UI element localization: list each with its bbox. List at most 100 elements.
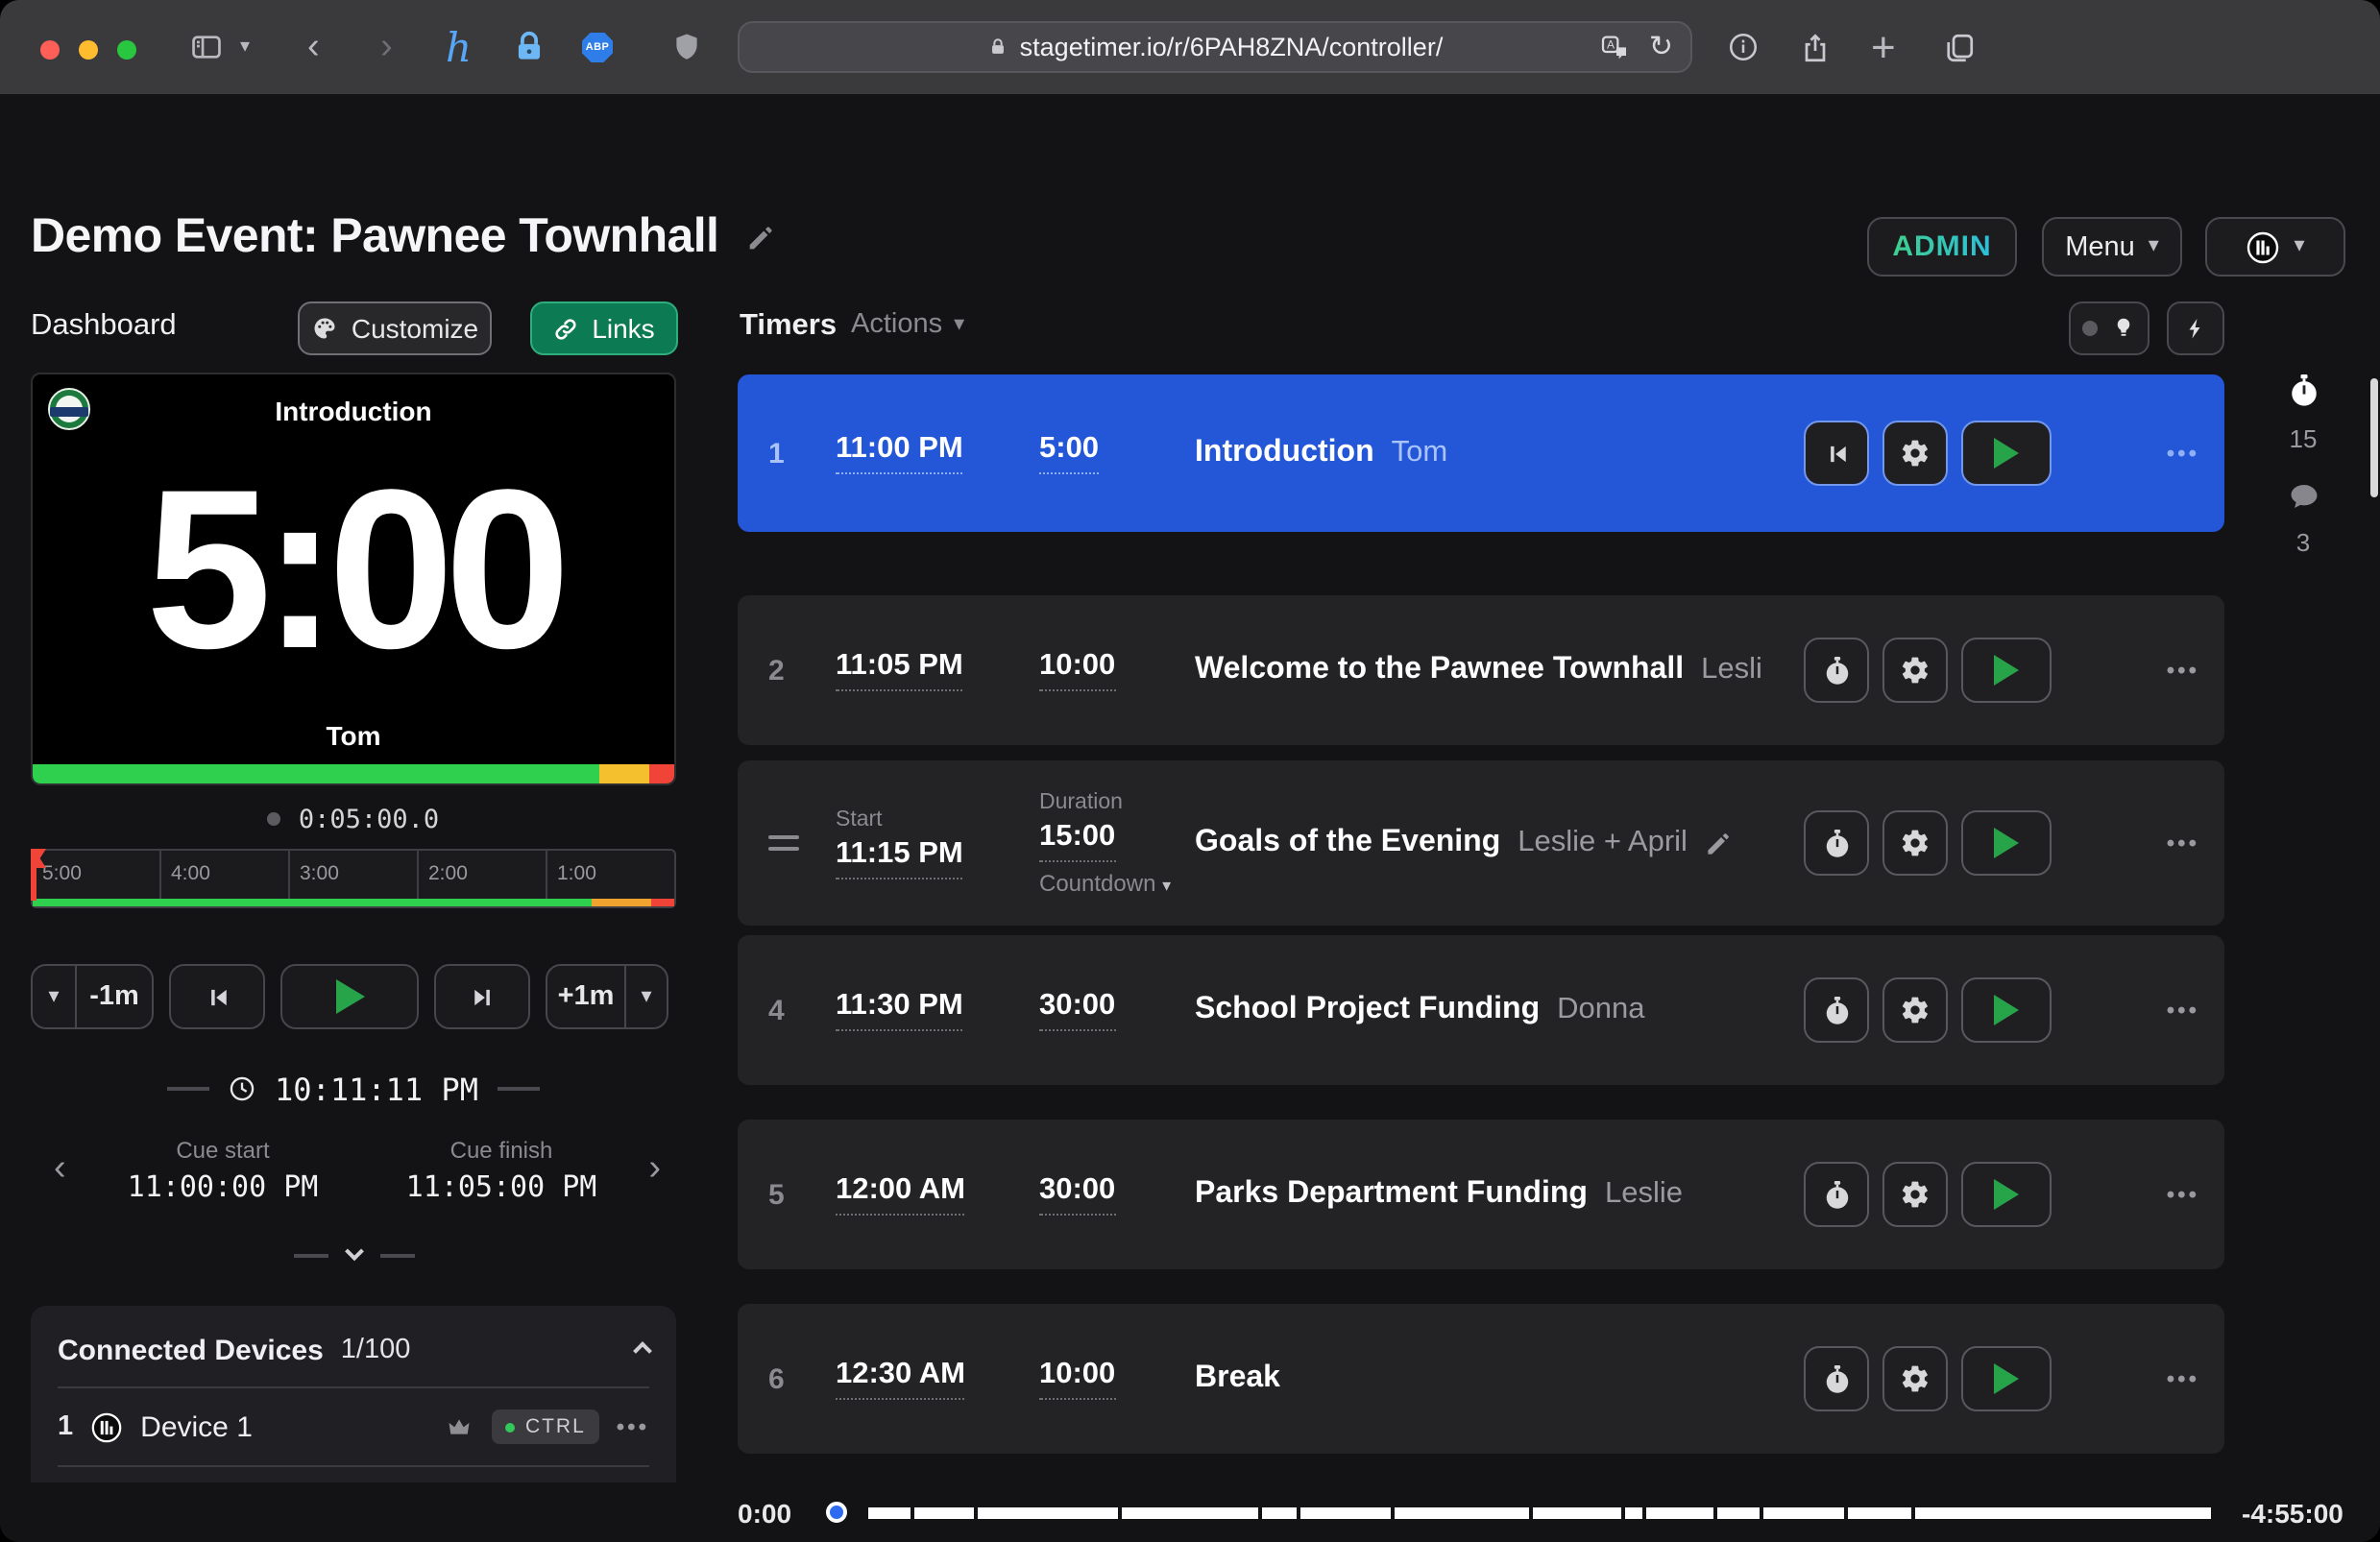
timeline-segment[interactable] bbox=[1762, 1506, 1845, 1518]
duration[interactable]: 10:00 bbox=[1039, 649, 1116, 691]
share-icon[interactable] bbox=[1798, 0, 1833, 94]
row-more-button[interactable]: ••• bbox=[2167, 1120, 2199, 1269]
play-timer-button[interactable] bbox=[1961, 638, 2052, 703]
play-button[interactable] bbox=[280, 964, 419, 1029]
start-at-button[interactable] bbox=[1804, 810, 1869, 876]
timer-settings-button[interactable] bbox=[1882, 638, 1948, 703]
timer-row[interactable]: 2 11:05 PM 10:00 Welcome to the Pawnee Town… bbox=[738, 595, 2224, 745]
edit-pencil-icon[interactable] bbox=[1705, 829, 1734, 857]
admin-button[interactable]: ADMIN bbox=[1867, 217, 2017, 277]
minus-1m-label[interactable]: -1m bbox=[75, 966, 152, 1027]
timeline-segment[interactable] bbox=[1625, 1506, 1642, 1518]
timer-row[interactable]: 1 11:00 PM 5:00 Introduction Tom ••• bbox=[738, 374, 2224, 532]
timeline-scrubber[interactable]: 5:00 4:00 3:00 2:00 1:00 bbox=[31, 849, 676, 908]
previous-cue-button[interactable] bbox=[169, 964, 265, 1029]
blackout-toggle-button[interactable] bbox=[2069, 301, 2149, 355]
play-timer-button[interactable] bbox=[1961, 421, 2052, 486]
start-time[interactable]: 11:15 PM bbox=[836, 836, 963, 879]
row-more-button[interactable]: ••• bbox=[2167, 935, 2199, 1085]
start-time[interactable]: 11:30 PM bbox=[836, 989, 963, 1031]
drag-handle[interactable] bbox=[768, 760, 818, 926]
minimize-window-button[interactable] bbox=[79, 40, 98, 60]
next-cue-button[interactable] bbox=[434, 964, 530, 1029]
shield-icon[interactable] bbox=[670, 0, 703, 94]
countdown-select[interactable]: Countdown ▾ bbox=[1039, 869, 1171, 896]
chevron-right-icon[interactable]: › bbox=[648, 1150, 661, 1187]
reload-icon[interactable]: ↻ bbox=[1649, 33, 1673, 61]
timer-settings-button[interactable] bbox=[1882, 421, 1948, 486]
new-tab-icon[interactable]: + bbox=[1871, 0, 1896, 94]
chevron-down-icon[interactable]: ▾ bbox=[33, 966, 75, 1027]
timer-settings-button[interactable] bbox=[1882, 810, 1948, 876]
device-more-button[interactable]: ••• bbox=[617, 1413, 649, 1440]
address-bar[interactable]: stagetimer.io/r/6PAH8ZNA/controller/ A ↻ bbox=[738, 21, 1692, 73]
timer-row[interactable]: Start 11:15 PM Duration 15:00 Countdown ▾ Goa… bbox=[738, 760, 2224, 926]
plus-1m-split-button[interactable]: +1m ▾ bbox=[546, 964, 668, 1029]
timeline-segment[interactable] bbox=[1300, 1506, 1391, 1518]
timeline-segments[interactable] bbox=[868, 1506, 2211, 1518]
timer-settings-button[interactable] bbox=[1882, 1162, 1948, 1227]
close-window-button[interactable] bbox=[40, 40, 60, 60]
reader-info-icon[interactable] bbox=[1727, 0, 1760, 94]
duration[interactable]: 30:00 bbox=[1039, 1173, 1116, 1216]
row-more-button[interactable]: ••• bbox=[2167, 374, 2199, 532]
start-at-button[interactable] bbox=[1804, 638, 1869, 703]
back-icon[interactable]: ‹ bbox=[307, 0, 320, 94]
timer-settings-button[interactable] bbox=[1882, 1346, 1948, 1411]
timer-row[interactable]: 5 12:00 AM 30:00 Parks Department Funding Le… bbox=[738, 1120, 2224, 1269]
timer-row[interactable]: 6 12:30 AM 10:00 Break ••• bbox=[738, 1304, 2224, 1454]
collapse-dashboard-toggle[interactable] bbox=[31, 1241, 676, 1267]
sidebar-chevron-icon[interactable]: ▾ bbox=[240, 0, 250, 94]
actions-dropdown[interactable]: Actions ▾ bbox=[851, 309, 964, 340]
row-more-button[interactable]: ••• bbox=[2167, 595, 2199, 745]
duration[interactable]: 15:00 bbox=[1039, 819, 1116, 861]
duration[interactable]: 30:00 bbox=[1039, 989, 1116, 1031]
start-at-button[interactable] bbox=[1804, 977, 1869, 1043]
tab-overview-icon[interactable] bbox=[1942, 0, 1977, 94]
start-time[interactable]: 11:05 PM bbox=[836, 649, 963, 691]
flash-button[interactable] bbox=[2167, 301, 2224, 355]
timeline-segment[interactable] bbox=[1394, 1506, 1529, 1518]
chevron-down-icon[interactable]: ▾ bbox=[624, 966, 667, 1027]
edit-title-icon[interactable] bbox=[745, 223, 776, 263]
timer-row[interactable]: 4 11:30 PM 30:00 School Project Funding Donn… bbox=[738, 935, 2224, 1085]
play-timer-button[interactable] bbox=[1961, 810, 2052, 876]
links-button[interactable]: Links bbox=[530, 301, 678, 355]
zoom-window-button[interactable] bbox=[117, 40, 136, 60]
customize-button[interactable]: Customize bbox=[298, 301, 492, 355]
reset-timer-button[interactable] bbox=[1804, 421, 1869, 486]
timeline-segment[interactable] bbox=[914, 1506, 975, 1518]
play-timer-button[interactable] bbox=[1961, 1346, 2052, 1411]
plus-1m-label[interactable]: +1m bbox=[547, 966, 624, 1027]
sidebar-toggle-icon[interactable] bbox=[188, 0, 225, 94]
play-timer-button[interactable] bbox=[1961, 1162, 2052, 1227]
timer-settings-button[interactable] bbox=[1882, 977, 1948, 1043]
adblock-extension-icon[interactable]: ABP bbox=[582, 0, 613, 94]
start-at-button[interactable] bbox=[1804, 1346, 1869, 1411]
chevron-left-icon[interactable]: ‹ bbox=[54, 1150, 66, 1187]
row-more-button[interactable]: ••• bbox=[2167, 760, 2199, 926]
forward-icon[interactable]: › bbox=[380, 0, 393, 94]
timeline-segment[interactable] bbox=[1645, 1506, 1714, 1518]
timeline-segment[interactable] bbox=[1532, 1506, 1622, 1518]
timer-count-widget[interactable]: 15 bbox=[2226, 373, 2380, 453]
timeline-segment[interactable] bbox=[868, 1506, 911, 1518]
messages-widget[interactable]: 3 bbox=[2226, 480, 2380, 557]
start-time[interactable]: 12:30 AM bbox=[836, 1358, 965, 1400]
timeline-segment[interactable] bbox=[1848, 1506, 1912, 1518]
script-extension-icon[interactable]: ℎ bbox=[446, 0, 472, 94]
menu-button[interactable]: Menu ▾ bbox=[2042, 217, 2182, 277]
duration[interactable]: 10:00 bbox=[1039, 1358, 1116, 1400]
lock-extension-icon[interactable] bbox=[511, 0, 547, 94]
view-switcher-button[interactable]: ▾ bbox=[2205, 217, 2345, 277]
translate-icon[interactable]: A bbox=[1599, 32, 1632, 62]
timeline-playhead[interactable] bbox=[826, 1502, 847, 1523]
duration[interactable]: 5:00 bbox=[1039, 432, 1100, 474]
timeline-segment[interactable] bbox=[1915, 1506, 2211, 1518]
timeline-segment[interactable] bbox=[978, 1506, 1119, 1518]
timeline-segment[interactable] bbox=[1261, 1506, 1298, 1518]
timeline-segment[interactable] bbox=[1122, 1506, 1258, 1518]
play-timer-button[interactable] bbox=[1961, 977, 2052, 1043]
scrollbar-thumb[interactable] bbox=[2370, 378, 2378, 497]
chevron-up-icon[interactable] bbox=[633, 1340, 652, 1360]
